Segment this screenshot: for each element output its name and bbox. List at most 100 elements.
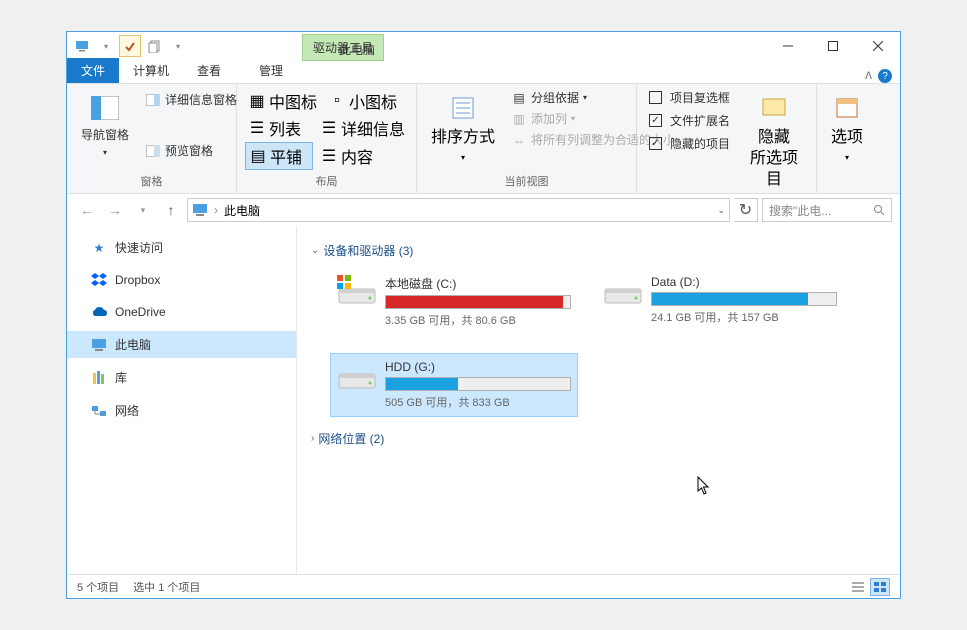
- pc-icon: [91, 337, 107, 353]
- sidebar-item-onedrive[interactable]: OneDrive: [67, 299, 296, 325]
- collapse-ribbon-icon[interactable]: ᐱ: [865, 71, 872, 82]
- section-devices-drives[interactable]: ⌄设备和驱动器 (3): [311, 242, 886, 259]
- search-input[interactable]: 搜索"此电...: [762, 198, 892, 222]
- preview-pane-button[interactable]: 预览窗格: [141, 141, 241, 160]
- tab-view[interactable]: 查看: [183, 58, 235, 83]
- ribbon-tabs: 文件 计算机 查看 管理 ᐱ ?: [67, 60, 900, 84]
- section-network-locations[interactable]: ›网络位置 (2): [311, 430, 886, 447]
- ribbon-group-show-hide: 项目复选框 ✓文件扩展名 ✓隐藏的项目 隐藏 所选项目 显示/隐藏: [637, 84, 817, 193]
- search-icon: [873, 204, 885, 216]
- drive-icon: [337, 360, 377, 396]
- ribbon-group-current-view: 排序方式▾ ▤分组依据 ▾ ▥添加列 ▾ ↔将所有列调整为合适的大小 当前视图: [417, 84, 637, 193]
- drive-name: Data (D:): [651, 275, 837, 289]
- maximize-button[interactable]: [810, 32, 855, 60]
- layout-content[interactable]: ☰内容: [317, 142, 377, 170]
- ribbon-group-panes: 导航窗格 ▾ 详细信息窗格 预览窗格 窗格: [67, 84, 237, 193]
- ribbon-group-current-view-label: 当前视图: [425, 171, 628, 191]
- file-extensions-toggle[interactable]: ✓文件扩展名: [645, 111, 734, 130]
- qat-system-icon[interactable]: [71, 35, 93, 57]
- minimize-button[interactable]: [765, 32, 810, 60]
- refresh-button[interactable]: ↻: [734, 198, 758, 222]
- sidebar-item-libraries[interactable]: 库: [67, 364, 296, 391]
- view-mode-toggles: [848, 578, 890, 596]
- layout-list[interactable]: ☰列表: [245, 115, 313, 141]
- options-button[interactable]: 选项▾: [825, 88, 869, 167]
- nav-recent-dropdown[interactable]: ▾: [131, 198, 155, 222]
- navigation-pane-button[interactable]: 导航窗格 ▾: [75, 88, 135, 162]
- ribbon: 导航窗格 ▾ 详细信息窗格 预览窗格 窗格 ▦中图标 ▫小图标 ☰列表: [67, 84, 900, 194]
- sort-icon: [447, 92, 479, 124]
- drive-item[interactable]: 本地磁盘 (C:) 3.35 GB 可用，共 80.6 GB: [331, 269, 577, 334]
- qat-new-folder-button[interactable]: [143, 35, 165, 57]
- network-icon: [91, 403, 107, 419]
- navigation-pane-icon: [89, 92, 121, 124]
- group-icon: ▤: [511, 90, 527, 106]
- sidebar-item-this-pc[interactable]: 此电脑: [67, 331, 296, 358]
- details-pane-icon: [145, 92, 161, 108]
- sidebar-item-dropbox[interactable]: Dropbox: [67, 267, 296, 293]
- add-column-icon: ▥: [511, 111, 527, 127]
- layout-medium-icons[interactable]: ▦中图标: [245, 88, 321, 114]
- sort-by-button[interactable]: 排序方式▾: [425, 88, 501, 167]
- list-icon: ☰: [249, 120, 265, 136]
- drive-name: 本地磁盘 (C:): [385, 275, 571, 292]
- checkbox-checked-icon: ✓: [649, 114, 662, 127]
- dropbox-icon: [91, 272, 107, 288]
- layout-tiles[interactable]: ▤平铺: [245, 142, 313, 170]
- help-icon[interactable]: ?: [878, 69, 892, 83]
- address-location-text: 此电脑: [224, 202, 260, 219]
- details-pane-label: 详细信息窗格: [165, 91, 237, 108]
- checkbox-checked-icon: ✓: [649, 137, 662, 150]
- drive-icon: [603, 275, 643, 311]
- hidden-items-toggle[interactable]: ✓隐藏的项目: [645, 134, 734, 153]
- drives-list: 本地磁盘 (C:) 3.35 GB 可用，共 80.6 GB Data (D:)24…: [331, 269, 886, 416]
- drive-item[interactable]: HDD (G:)505 GB 可用，共 833 GB: [331, 354, 577, 416]
- drive-info: 本地磁盘 (C:) 3.35 GB 可用，共 80.6 GB: [385, 275, 571, 328]
- hide-selected-button[interactable]: 隐藏 所选项目: [740, 88, 808, 194]
- drive-name: HDD (G:): [385, 360, 571, 374]
- nav-up-button[interactable]: ↑: [159, 198, 183, 222]
- item-checkboxes-toggle[interactable]: 项目复选框: [645, 88, 734, 107]
- drive-capacity-bar: [385, 295, 571, 309]
- view-tiles-button[interactable]: [870, 578, 890, 596]
- grid-small-icon: ▫: [329, 93, 345, 109]
- address-dropdown-icon[interactable]: ⌄: [717, 205, 725, 216]
- drive-info: Data (D:)24.1 GB 可用，共 157 GB: [651, 275, 837, 328]
- grid-icon: ▦: [249, 93, 265, 109]
- navigation-sidebar: ★快速访问 Dropbox OneDrive 此电脑 库 网络: [67, 226, 297, 574]
- preview-pane-icon: [145, 143, 161, 159]
- pc-icon: [192, 203, 208, 217]
- ribbon-group-layout: ▦中图标 ▫小图标 ☰列表 ☰详细信息 ▤平铺 ☰内容 布局: [237, 84, 417, 193]
- details-icon: ☰: [321, 120, 337, 136]
- qat-customize-dropdown[interactable]: ▾: [167, 35, 189, 57]
- chevron-right-icon: ›: [311, 433, 314, 444]
- qat-properties-button[interactable]: [119, 35, 141, 57]
- close-button[interactable]: [855, 32, 900, 60]
- sidebar-item-network[interactable]: 网络: [67, 397, 296, 424]
- drive-item[interactable]: Data (D:)24.1 GB 可用，共 157 GB: [597, 269, 843, 334]
- explorer-window: ▾ ▾ 驱动器工具 此电脑 文件 计算机 查看 管理 ᐱ ?: [66, 31, 901, 599]
- content-area: ⌄设备和驱动器 (3) 本地磁盘 (C:) 3.35 GB 可用，共 80.6 G…: [297, 226, 900, 574]
- hide-icon: [758, 92, 790, 124]
- tab-computer[interactable]: 计算机: [119, 58, 183, 83]
- sidebar-item-quick-access[interactable]: ★快速访问: [67, 234, 296, 261]
- options-label: 选项: [831, 128, 863, 149]
- view-details-button[interactable]: [848, 578, 868, 596]
- nav-forward-button[interactable]: →: [103, 198, 127, 222]
- address-input[interactable]: › 此电脑 ⌄: [187, 198, 730, 222]
- qat-dropdown-1[interactable]: ▾: [95, 35, 117, 57]
- layout-details[interactable]: ☰详细信息: [317, 115, 409, 141]
- titlebar: ▾ ▾ 驱动器工具 此电脑: [67, 32, 900, 60]
- nav-back-button[interactable]: ←: [75, 198, 99, 222]
- layout-small-icons[interactable]: ▫小图标: [325, 88, 401, 114]
- details-pane-button[interactable]: 详细信息窗格: [141, 90, 241, 109]
- onedrive-icon: [91, 304, 107, 320]
- body: ★快速访问 Dropbox OneDrive 此电脑 库 网络 ⌄设备和驱动器 …: [67, 226, 900, 574]
- chevron-down-icon: ⌄: [311, 245, 319, 256]
- drive-info: HDD (G:)505 GB 可用，共 833 GB: [385, 360, 571, 410]
- status-bar: 5 个项目 选中 1 个项目: [67, 574, 900, 598]
- drive-status-text: 3.35 GB 可用，共 80.6 GB: [385, 312, 571, 328]
- search-placeholder: 搜索"此电...: [769, 202, 831, 219]
- tab-manage[interactable]: 管理: [245, 58, 297, 83]
- tab-file[interactable]: 文件: [67, 58, 119, 83]
